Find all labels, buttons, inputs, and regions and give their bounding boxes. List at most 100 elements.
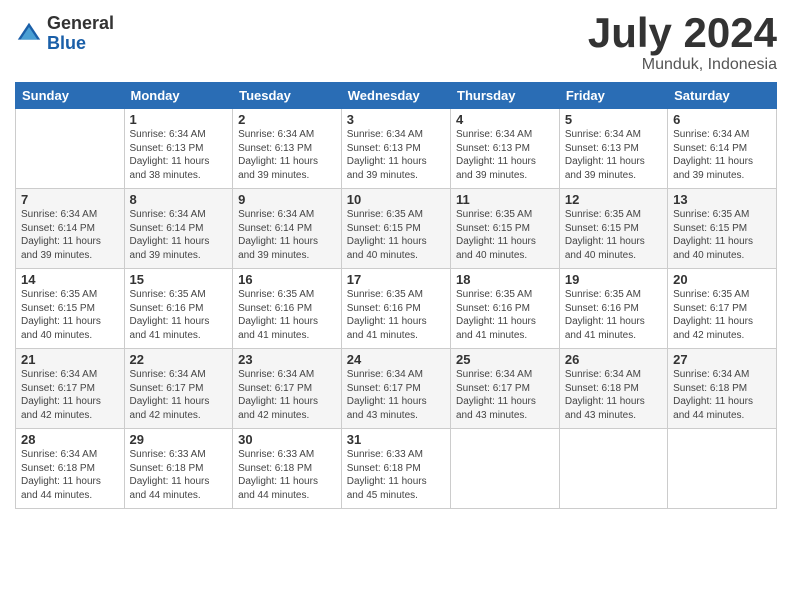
month-title: July 2024: [588, 10, 777, 56]
calendar-cell: 30Sunrise: 6:33 AM Sunset: 6:18 PM Dayli…: [233, 429, 342, 509]
cell-info: Sunrise: 6:34 AM Sunset: 6:14 PM Dayligh…: [238, 208, 336, 262]
calendar-cell: 18Sunrise: 6:35 AM Sunset: 6:16 PM Dayli…: [451, 269, 560, 349]
cell-info: Sunrise: 6:34 AM Sunset: 6:13 PM Dayligh…: [456, 128, 554, 182]
logo-text: General Blue: [47, 14, 114, 54]
calendar-cell: 22Sunrise: 6:34 AM Sunset: 6:17 PM Dayli…: [124, 349, 233, 429]
day-number: 10: [347, 192, 445, 207]
cell-info: Sunrise: 6:34 AM Sunset: 6:14 PM Dayligh…: [130, 208, 228, 262]
day-number: 25: [456, 352, 554, 367]
calendar-cell: 21Sunrise: 6:34 AM Sunset: 6:17 PM Dayli…: [16, 349, 125, 429]
day-number: 27: [673, 352, 771, 367]
calendar-cell: 6Sunrise: 6:34 AM Sunset: 6:14 PM Daylig…: [668, 109, 777, 189]
calendar-cell: 15Sunrise: 6:35 AM Sunset: 6:16 PM Dayli…: [124, 269, 233, 349]
calendar-cell: 23Sunrise: 6:34 AM Sunset: 6:17 PM Dayli…: [233, 349, 342, 429]
day-number: 26: [565, 352, 662, 367]
cell-info: Sunrise: 6:34 AM Sunset: 6:18 PM Dayligh…: [21, 448, 119, 502]
calendar-cell: 31Sunrise: 6:33 AM Sunset: 6:18 PM Dayli…: [341, 429, 450, 509]
day-number: 31: [347, 432, 445, 447]
calendar-cell: 10Sunrise: 6:35 AM Sunset: 6:15 PM Dayli…: [341, 189, 450, 269]
day-number: 21: [21, 352, 119, 367]
cell-info: Sunrise: 6:35 AM Sunset: 6:16 PM Dayligh…: [238, 288, 336, 342]
cell-info: Sunrise: 6:35 AM Sunset: 6:16 PM Dayligh…: [347, 288, 445, 342]
day-number: 30: [238, 432, 336, 447]
day-header-wednesday: Wednesday: [341, 83, 450, 109]
day-header-tuesday: Tuesday: [233, 83, 342, 109]
day-header-sunday: Sunday: [16, 83, 125, 109]
calendar-cell: 24Sunrise: 6:34 AM Sunset: 6:17 PM Dayli…: [341, 349, 450, 429]
calendar-cell: 9Sunrise: 6:34 AM Sunset: 6:14 PM Daylig…: [233, 189, 342, 269]
day-number: 11: [456, 192, 554, 207]
calendar-table: SundayMondayTuesdayWednesdayThursdayFrid…: [15, 82, 777, 509]
calendar-cell: 25Sunrise: 6:34 AM Sunset: 6:17 PM Dayli…: [451, 349, 560, 429]
calendar-week-2: 7Sunrise: 6:34 AM Sunset: 6:14 PM Daylig…: [16, 189, 777, 269]
calendar-cell: 14Sunrise: 6:35 AM Sunset: 6:15 PM Dayli…: [16, 269, 125, 349]
cell-info: Sunrise: 6:34 AM Sunset: 6:13 PM Dayligh…: [238, 128, 336, 182]
day-number: 20: [673, 272, 771, 287]
header: General Blue July 2024 Munduk, Indonesia: [15, 10, 777, 74]
cell-info: Sunrise: 6:34 AM Sunset: 6:17 PM Dayligh…: [347, 368, 445, 422]
day-number: 4: [456, 112, 554, 127]
logo-general-text: General: [47, 14, 114, 34]
cell-info: Sunrise: 6:34 AM Sunset: 6:14 PM Dayligh…: [21, 208, 119, 262]
calendar-cell: [668, 429, 777, 509]
calendar-cell: 11Sunrise: 6:35 AM Sunset: 6:15 PM Dayli…: [451, 189, 560, 269]
cell-info: Sunrise: 6:34 AM Sunset: 6:13 PM Dayligh…: [565, 128, 662, 182]
calendar-cell: [559, 429, 667, 509]
cell-info: Sunrise: 6:33 AM Sunset: 6:18 PM Dayligh…: [130, 448, 228, 502]
calendar-week-5: 28Sunrise: 6:34 AM Sunset: 6:18 PM Dayli…: [16, 429, 777, 509]
cell-info: Sunrise: 6:35 AM Sunset: 6:15 PM Dayligh…: [565, 208, 662, 262]
logo-blue-text: Blue: [47, 34, 114, 54]
day-number: 28: [21, 432, 119, 447]
calendar-cell: 3Sunrise: 6:34 AM Sunset: 6:13 PM Daylig…: [341, 109, 450, 189]
calendar-week-1: 1Sunrise: 6:34 AM Sunset: 6:13 PM Daylig…: [16, 109, 777, 189]
cell-info: Sunrise: 6:34 AM Sunset: 6:13 PM Dayligh…: [130, 128, 228, 182]
calendar-cell: 12Sunrise: 6:35 AM Sunset: 6:15 PM Dayli…: [559, 189, 667, 269]
day-number: 7: [21, 192, 119, 207]
day-number: 3: [347, 112, 445, 127]
cell-info: Sunrise: 6:35 AM Sunset: 6:15 PM Dayligh…: [456, 208, 554, 262]
logo-icon: [15, 20, 43, 48]
calendar-header-row: SundayMondayTuesdayWednesdayThursdayFrid…: [16, 83, 777, 109]
calendar-cell: 5Sunrise: 6:34 AM Sunset: 6:13 PM Daylig…: [559, 109, 667, 189]
cell-info: Sunrise: 6:34 AM Sunset: 6:18 PM Dayligh…: [673, 368, 771, 422]
calendar-cell: 20Sunrise: 6:35 AM Sunset: 6:17 PM Dayli…: [668, 269, 777, 349]
day-header-friday: Friday: [559, 83, 667, 109]
cell-info: Sunrise: 6:34 AM Sunset: 6:17 PM Dayligh…: [21, 368, 119, 422]
cell-info: Sunrise: 6:33 AM Sunset: 6:18 PM Dayligh…: [238, 448, 336, 502]
logo: General Blue: [15, 14, 114, 54]
cell-info: Sunrise: 6:34 AM Sunset: 6:17 PM Dayligh…: [238, 368, 336, 422]
cell-info: Sunrise: 6:34 AM Sunset: 6:17 PM Dayligh…: [456, 368, 554, 422]
cell-info: Sunrise: 6:34 AM Sunset: 6:13 PM Dayligh…: [347, 128, 445, 182]
day-number: 22: [130, 352, 228, 367]
calendar-cell: 2Sunrise: 6:34 AM Sunset: 6:13 PM Daylig…: [233, 109, 342, 189]
day-header-saturday: Saturday: [668, 83, 777, 109]
calendar-cell: 16Sunrise: 6:35 AM Sunset: 6:16 PM Dayli…: [233, 269, 342, 349]
cell-info: Sunrise: 6:34 AM Sunset: 6:18 PM Dayligh…: [565, 368, 662, 422]
calendar-cell: [16, 109, 125, 189]
day-number: 5: [565, 112, 662, 127]
cell-info: Sunrise: 6:33 AM Sunset: 6:18 PM Dayligh…: [347, 448, 445, 502]
day-number: 16: [238, 272, 336, 287]
day-number: 17: [347, 272, 445, 287]
cell-info: Sunrise: 6:34 AM Sunset: 6:14 PM Dayligh…: [673, 128, 771, 182]
day-number: 12: [565, 192, 662, 207]
calendar-cell: 28Sunrise: 6:34 AM Sunset: 6:18 PM Dayli…: [16, 429, 125, 509]
cell-info: Sunrise: 6:35 AM Sunset: 6:15 PM Dayligh…: [347, 208, 445, 262]
page: General Blue July 2024 Munduk, Indonesia…: [0, 0, 792, 612]
day-header-monday: Monday: [124, 83, 233, 109]
cell-info: Sunrise: 6:35 AM Sunset: 6:16 PM Dayligh…: [130, 288, 228, 342]
day-number: 6: [673, 112, 771, 127]
day-number: 13: [673, 192, 771, 207]
calendar-cell: 13Sunrise: 6:35 AM Sunset: 6:15 PM Dayli…: [668, 189, 777, 269]
day-number: 19: [565, 272, 662, 287]
cell-info: Sunrise: 6:35 AM Sunset: 6:15 PM Dayligh…: [673, 208, 771, 262]
calendar-cell: 27Sunrise: 6:34 AM Sunset: 6:18 PM Dayli…: [668, 349, 777, 429]
cell-info: Sunrise: 6:35 AM Sunset: 6:17 PM Dayligh…: [673, 288, 771, 342]
day-number: 29: [130, 432, 228, 447]
cell-info: Sunrise: 6:35 AM Sunset: 6:16 PM Dayligh…: [565, 288, 662, 342]
calendar-cell: 26Sunrise: 6:34 AM Sunset: 6:18 PM Dayli…: [559, 349, 667, 429]
calendar-cell: [451, 429, 560, 509]
cell-info: Sunrise: 6:35 AM Sunset: 6:16 PM Dayligh…: [456, 288, 554, 342]
day-number: 9: [238, 192, 336, 207]
location: Munduk, Indonesia: [588, 56, 777, 74]
